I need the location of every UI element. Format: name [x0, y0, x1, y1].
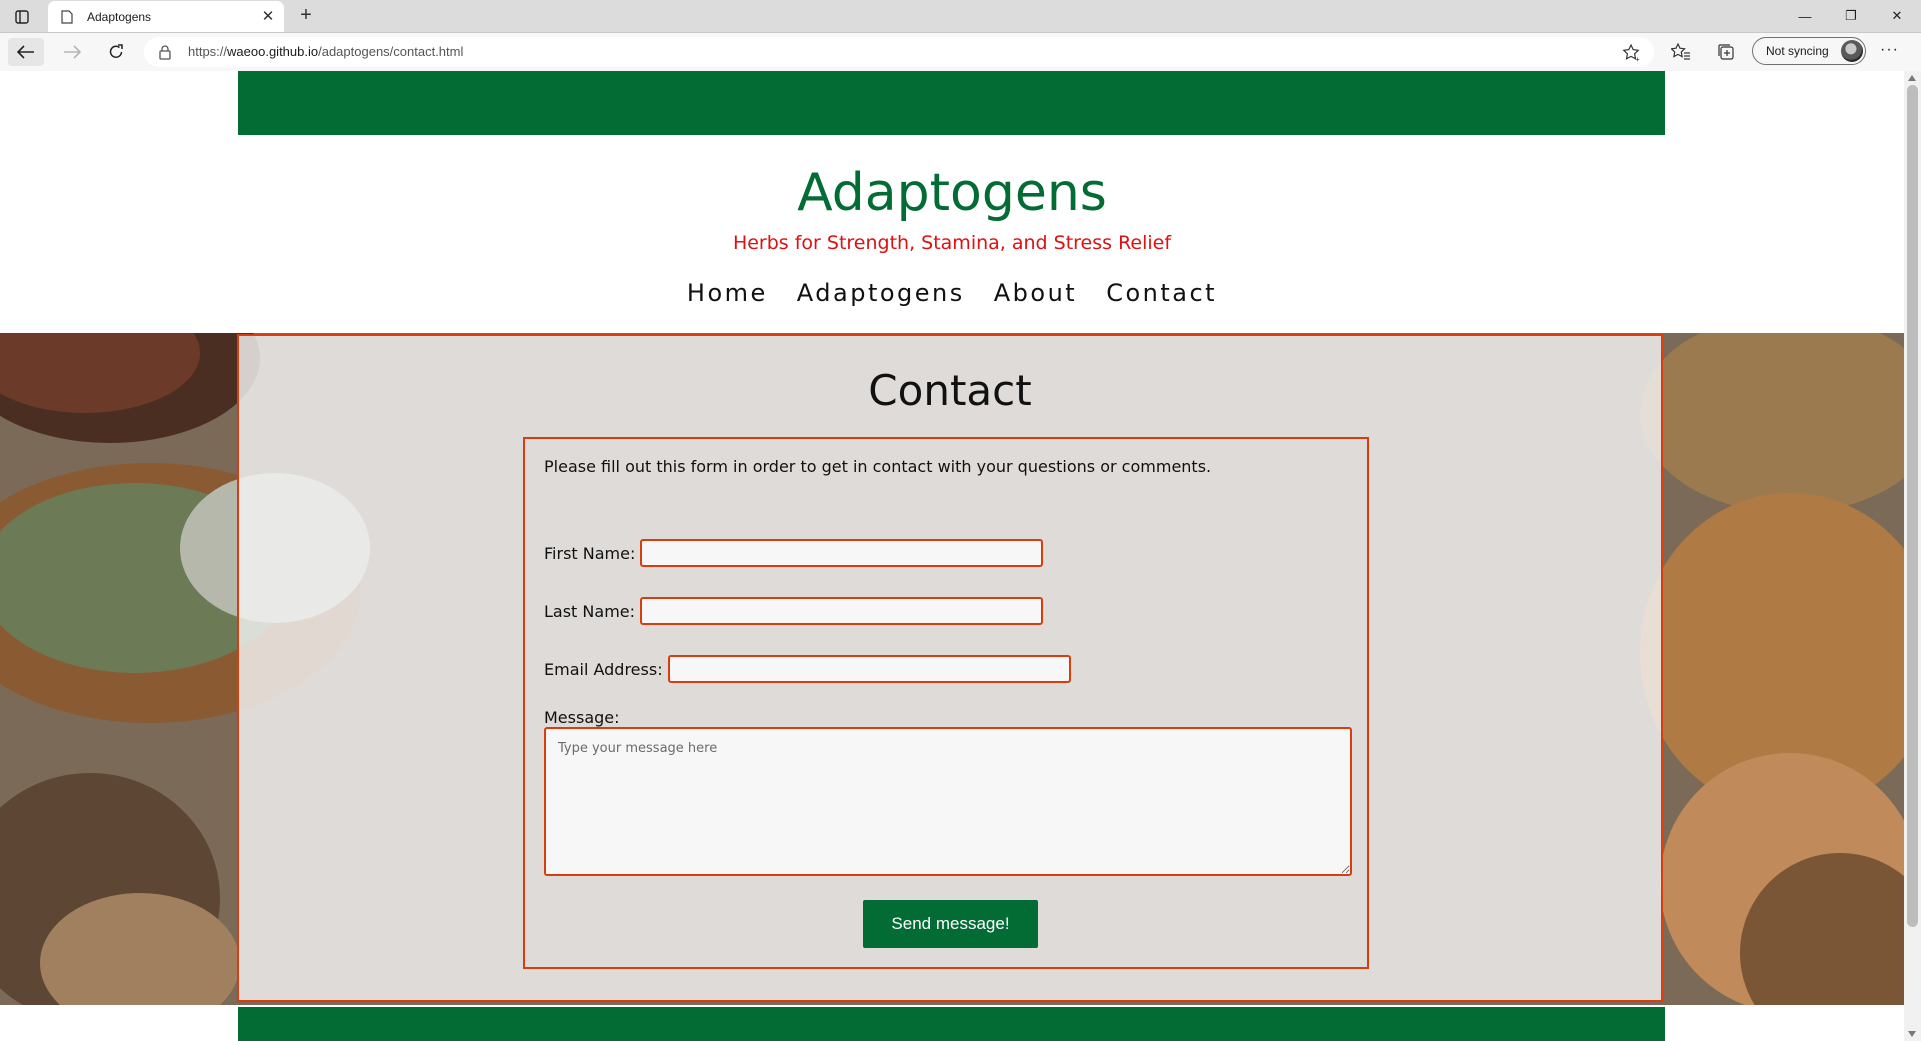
address-bar: https://waeoo.github.io/adaptogens/conta… [0, 33, 1921, 72]
first-name-row: First Name: [544, 539, 1044, 567]
page-title: Contact [868, 366, 1032, 415]
minimize-button[interactable]: — [1782, 0, 1828, 32]
scroll-up-icon[interactable] [1908, 75, 1916, 81]
footer-green-bar [238, 1007, 1665, 1041]
url-field[interactable]: https://waeoo.github.io/adaptogens/conta… [144, 37, 1654, 67]
last-name-row: Last Name: [544, 597, 1044, 625]
url-text: https://waeoo.github.io/adaptogens/conta… [188, 44, 464, 59]
first-name-field[interactable] [640, 539, 1044, 567]
form-intro: Please fill out this form in order to ge… [544, 457, 1212, 476]
forward-arrow-icon [64, 45, 81, 59]
nav-link-about[interactable]: About [994, 279, 1077, 307]
contact-panel: Contact Please fill out this form in ord… [237, 334, 1663, 1002]
browser-tab[interactable]: Adaptogens ✕ [48, 1, 284, 32]
svg-text:+: + [1635, 55, 1640, 63]
refresh-button[interactable] [98, 38, 134, 66]
send-message-button[interactable]: Send message! [863, 900, 1038, 948]
tab-title: Adaptogens [87, 9, 152, 24]
favorite-star-icon[interactable]: + [1622, 43, 1642, 63]
page-icon [59, 9, 75, 25]
email-label: Email Address: [544, 659, 663, 679]
nav-link-contact[interactable]: Contact [1106, 279, 1217, 307]
close-window-button[interactable]: ✕ [1874, 0, 1920, 32]
new-tab-button[interactable]: + [296, 5, 316, 26]
first-name-label: First Name: [544, 543, 636, 563]
browser-tab-strip: Adaptogens ✕ + — ❐ ✕ [0, 0, 1921, 33]
restore-button[interactable]: ❐ [1828, 0, 1874, 32]
site-tagline: Herbs for Strength, Stamina, and Stress … [732, 232, 1172, 254]
page-scrollbar[interactable] [1904, 71, 1921, 1041]
tab-actions-icon[interactable] [11, 7, 33, 27]
last-name-field[interactable] [640, 597, 1044, 625]
scroll-down-icon[interactable] [1908, 1031, 1916, 1037]
nav-link-adaptogens[interactable]: Adaptogens [797, 279, 965, 307]
email-field[interactable] [667, 655, 1071, 683]
collections-icon[interactable] [1715, 41, 1737, 63]
message-field[interactable] [544, 727, 1352, 876]
tab-close-icon[interactable]: ✕ [260, 8, 276, 25]
herbs-background-image: Contact Please fill out this form in ord… [0, 333, 1904, 1005]
contact-form: Please fill out this form in order to ge… [523, 437, 1369, 969]
site-title: Adaptogens [797, 163, 1107, 223]
lock-icon [159, 45, 171, 60]
back-button[interactable] [8, 38, 44, 66]
more-menu-icon[interactable]: ··· [1880, 41, 1899, 59]
scrollbar-thumb[interactable] [1907, 85, 1918, 927]
back-arrow-icon [17, 45, 34, 59]
refresh-icon [109, 44, 123, 58]
last-name-label: Last Name: [544, 601, 636, 621]
avatar [1841, 40, 1863, 62]
page-viewport: Adaptogens Herbs for Strength, Stamina, … [0, 71, 1904, 1041]
email-row: Email Address: [544, 655, 1071, 683]
message-label: Message: [544, 708, 620, 727]
profile-label: Not syncing [1766, 44, 1829, 58]
main-nav: Home Adaptogens About Contact [0, 279, 1904, 307]
profile-button[interactable]: Not syncing [1752, 37, 1866, 65]
nav-link-home[interactable]: Home [687, 279, 768, 307]
forward-button[interactable] [54, 38, 90, 66]
favorites-icon[interactable] [1670, 41, 1692, 63]
header-green-bar [238, 71, 1665, 135]
